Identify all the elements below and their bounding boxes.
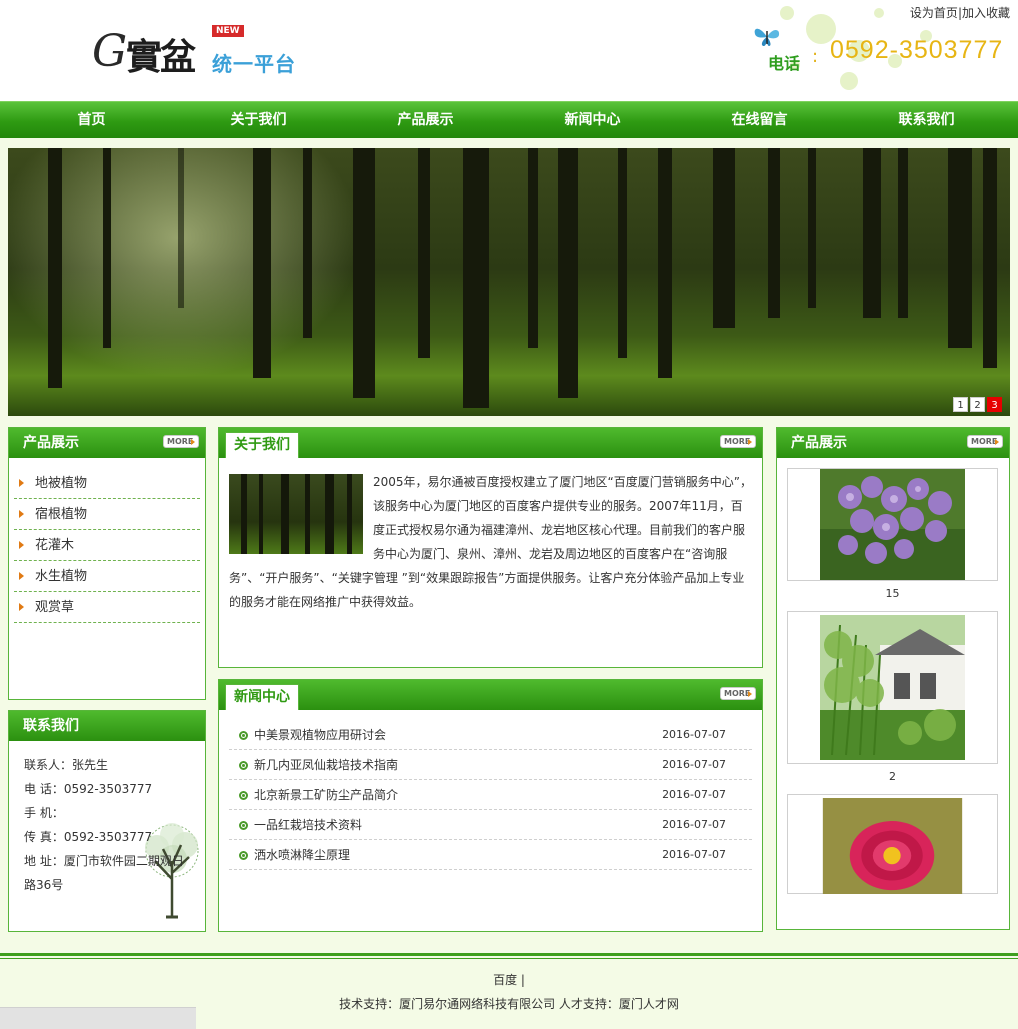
nav-item-about[interactable]: 关于我们 [175, 102, 342, 138]
product-caption[interactable] [787, 894, 998, 919]
news-item-title[interactable]: 新几内亚凤仙栽培技术指南 [254, 758, 398, 772]
news-header: 新闻中心 MORE [219, 680, 762, 710]
footer-divider [0, 953, 1018, 956]
header-phone-number: 0592-3503777 [830, 36, 1004, 64]
category-item[interactable]: 水生植物 [14, 561, 200, 592]
news-item-date: 2016-07-07 [662, 728, 726, 741]
bullet-icon [239, 791, 248, 800]
bookmark-link[interactable]: 加入收藏 [962, 6, 1010, 20]
nav-item-news[interactable]: 新闻中心 [509, 102, 676, 138]
news-item-date: 2016-07-07 [662, 818, 726, 831]
left-products-title: 产品展示 [23, 435, 79, 451]
logo-g: G [92, 26, 128, 77]
left-products-more-button[interactable]: MORE [163, 435, 199, 448]
news-item-title[interactable]: 中美景观植物应用研讨会 [254, 728, 386, 742]
product-card[interactable]: 15 [787, 468, 998, 606]
banner-pager: 1 2 3 [953, 397, 1002, 412]
nav-item-home[interactable]: 首页 [8, 102, 175, 138]
news-more-button[interactable]: MORE [720, 687, 756, 700]
news-item-date: 2016-07-07 [662, 788, 726, 801]
about-title: 关于我们 [225, 432, 299, 458]
product-image[interactable] [787, 468, 998, 581]
site-logo[interactable]: G 實盆 NEW 统一平台 [92, 22, 312, 82]
contact-mobile: 手 机： [24, 806, 64, 820]
news-item-title[interactable]: 北京新景工矿防尘产品简介 [254, 788, 398, 802]
right-products-more-button[interactable]: MORE [967, 435, 1003, 448]
news-list: 中美景观植物应用研讨会 2016-07-07 新几内亚凤仙栽培技术指南 2016-0… [229, 720, 752, 870]
bullet-icon [239, 821, 248, 830]
new-badge: NEW [212, 25, 244, 37]
about-more-button[interactable]: MORE [720, 435, 756, 448]
product-card[interactable] [787, 794, 998, 919]
category-item[interactable]: 宿根植物 [14, 499, 200, 530]
footer-nav[interactable]: 百度 | [0, 971, 1018, 988]
left-products-panel: 产品展示 MORE 地被植物 宿根植物 花灌木 水生植物 观赏草 [8, 427, 206, 700]
news-item-date: 2016-07-07 [662, 848, 726, 861]
footer-divider [0, 958, 1018, 959]
right-products-header: 产品展示 MORE [777, 428, 1009, 458]
right-products-title: 产品展示 [791, 435, 847, 451]
product-card[interactable]: 2 [787, 611, 998, 789]
news-item[interactable]: 洒水喷淋降尘原理 2016-07-07 [229, 840, 752, 870]
news-item[interactable]: 一品红栽培技术资料 2016-07-07 [229, 810, 752, 840]
nav-item-products[interactable]: 产品展示 [342, 102, 509, 138]
pager-1[interactable]: 1 [953, 397, 968, 412]
bullet-icon [239, 851, 248, 860]
product-image[interactable] [787, 611, 998, 764]
pager-3[interactable]: 3 [987, 397, 1002, 412]
news-item-date: 2016-07-07 [662, 758, 726, 771]
nav-item-contact[interactable]: 联系我们 [843, 102, 1010, 138]
about-header: 关于我们 MORE [219, 428, 762, 458]
news-item[interactable]: 中美景观植物应用研讨会 2016-07-07 [229, 720, 752, 750]
about-content: 2005年，易尔通被百度授权建立了厦门地区“百度厦门营销服务中心”，该服务中心为… [219, 458, 762, 626]
contact-header: 联系我们 [9, 711, 205, 741]
about-panel: 关于我们 MORE 2005年，易尔通被百度授权建立了厦门地区“百度厦门营销服务… [218, 427, 763, 668]
product-image[interactable] [787, 794, 998, 894]
category-item[interactable]: 花灌木 [14, 530, 200, 561]
right-products-panel: 产品展示 MORE 15 2 [776, 427, 1010, 930]
forest-banner[interactable]: 1 2 3 [8, 148, 1010, 416]
contact-phone: 电 话：0592-3503777 [24, 782, 153, 796]
logo-name: 實盆 [126, 36, 196, 78]
top-links: 设为首页|加入收藏 [910, 4, 1010, 21]
phone-label: 电话 [768, 54, 801, 73]
bullet-icon [239, 731, 248, 740]
contact-panel: 联系我们 联系人：张先生 电 话：0592-3503777 手 机： 传 真：0… [8, 710, 206, 932]
logo-subtitle: 统一平台 [212, 52, 296, 76]
bullet-icon [239, 761, 248, 770]
header: G 實盆 NEW 统一平台 设为首页|加入收藏 电话 : 0592-350377… [0, 0, 1018, 101]
about-forest-image [229, 474, 363, 554]
news-panel: 新闻中心 MORE 中美景观植物应用研讨会 2016-07-07 新几内亚凤仙栽培… [218, 679, 763, 932]
product-caption[interactable]: 15 [787, 581, 998, 606]
contact-title: 联系我们 [23, 718, 79, 734]
news-item[interactable]: 北京新景工矿防尘产品简介 2016-07-07 [229, 780, 752, 810]
category-item[interactable]: 观赏草 [14, 592, 200, 623]
product-caption[interactable]: 2 [787, 764, 998, 789]
category-item[interactable]: 地被植物 [14, 468, 200, 499]
left-products-header: 产品展示 MORE [9, 428, 205, 458]
pager-2[interactable]: 2 [970, 397, 985, 412]
news-item-title[interactable]: 洒水喷淋降尘原理 [254, 848, 350, 862]
contact-address: 地 址：厦门市软件园二期观日路36号 [24, 854, 184, 892]
main-nav: 首页 关于我们 产品展示 新闻中心 在线留言 联系我们 [0, 101, 1018, 138]
set-home-link[interactable]: 设为首页 [910, 6, 958, 20]
contact-fax: 传 真：0592-3503777 [24, 830, 153, 844]
news-item-title[interactable]: 一品红栽培技术资料 [254, 818, 362, 832]
nav-item-message[interactable]: 在线留言 [676, 102, 843, 138]
product-category-list: 地被植物 宿根植物 花灌木 水生植物 观赏草 [14, 468, 200, 623]
product-gallery: 15 2 [777, 458, 1009, 928]
news-title: 新闻中心 [225, 684, 299, 710]
horizontal-scrollbar[interactable] [0, 1007, 196, 1029]
contact-info: 联系人：张先生 电 话：0592-3503777 手 机： 传 真：0592-3… [9, 741, 205, 931]
contact-person: 联系人：张先生 [24, 758, 109, 772]
phone-colon: : [812, 46, 819, 67]
news-item[interactable]: 新几内亚凤仙栽培技术指南 2016-07-07 [229, 750, 752, 780]
